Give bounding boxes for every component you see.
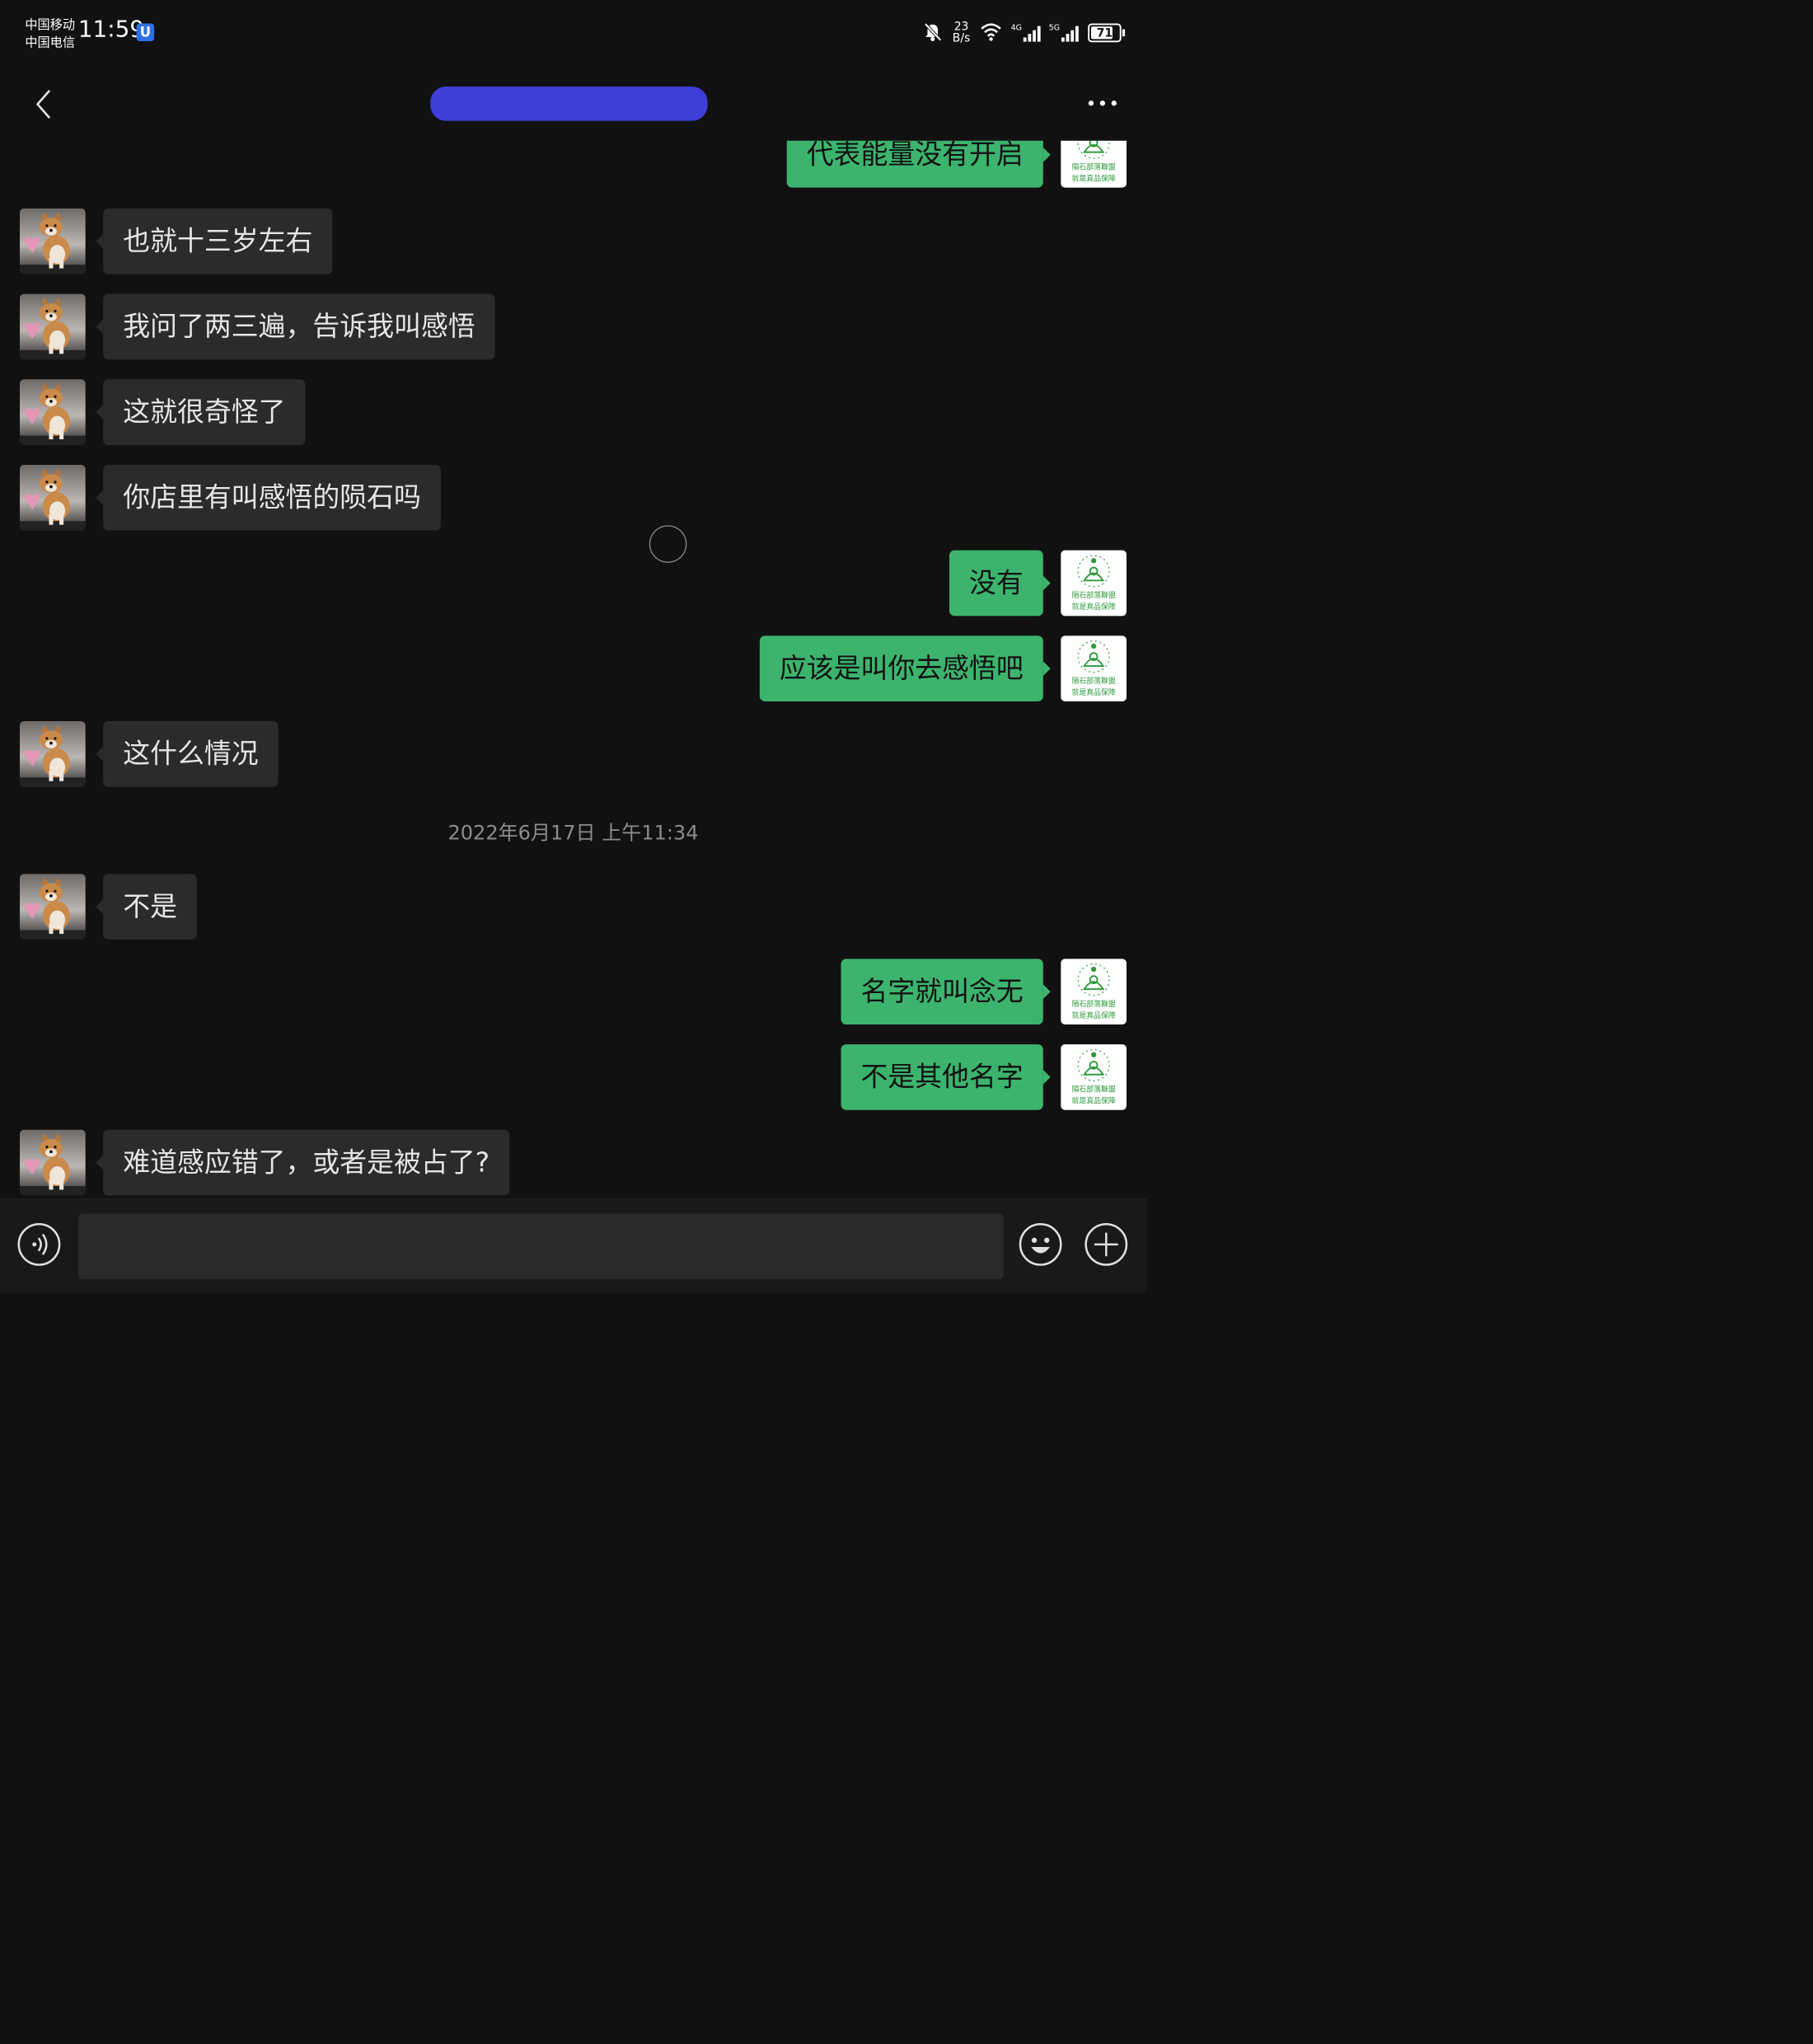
avatar[interactable] — [20, 379, 86, 445]
signal-2-tag: 5G — [1048, 22, 1061, 33]
message-bubble[interactable]: 我问了两三遍，告诉我叫感悟 — [96, 293, 495, 360]
message-input[interactable] — [77, 1213, 1004, 1280]
carrier-labels: 中国移动 中国电信 — [25, 16, 75, 51]
chat-title-redacted — [430, 86, 708, 121]
meteorite-alliance-logo: 隕石部落聯盟就是真品保障 — [1072, 640, 1116, 697]
logo-text-line-1: 隕石部落聯盟 — [1072, 162, 1116, 171]
avatar[interactable] — [20, 721, 86, 787]
signal-5g-icon: 5G — [1049, 23, 1079, 42]
message-timestamp: 2022年6月17日 上午11:34 — [447, 821, 699, 845]
input-bar — [0, 1198, 1146, 1293]
message-bubble[interactable]: 不是其他名字 — [841, 1044, 1051, 1110]
shiba-dog-avatar — [20, 211, 86, 274]
status-bar: 中国移动 中国电信 11:59 U 23 B/s 4G 5G 71 — [0, 0, 1146, 68]
avatar[interactable] — [20, 293, 86, 360]
meteorite-alliance-logo: 隕石部落聯盟就是真品保障 — [1072, 963, 1116, 1020]
meteorite-alliance-logo: 隕石部落聯盟就是真品保障 — [1072, 555, 1116, 612]
message-bubble[interactable]: 也就十三岁左右 — [96, 208, 333, 274]
avatar[interactable]: 隕石部落聯盟 就是真品保障 — [1061, 635, 1127, 702]
more-dots-icon — [1088, 101, 1094, 106]
wifi-icon — [980, 22, 1003, 43]
shiba-dog-avatar — [20, 724, 86, 787]
shiba-dog-avatar — [20, 877, 86, 940]
message-bubble[interactable]: 代表能量没有开启 — [786, 140, 1051, 188]
avatar[interactable] — [20, 464, 86, 531]
message-bubble[interactable]: 应该是叫你去感悟吧 — [759, 635, 1051, 702]
battery-icon: 71 — [1088, 23, 1126, 43]
status-icons: 23 B/s 4G 5G 71 — [922, 20, 1126, 46]
shiba-dog-avatar — [20, 297, 86, 360]
speed-unit: B/s — [952, 31, 971, 45]
avatar[interactable]: 隕石部落聯盟 就是真品保障 — [1061, 1044, 1127, 1110]
message-bubble[interactable]: 这就很奇怪了 — [96, 379, 306, 445]
message-bubble[interactable]: 你店里有叫感悟的陨石吗 — [96, 464, 441, 531]
more-button[interactable] — [1082, 87, 1124, 119]
voice-button[interactable] — [16, 1222, 61, 1267]
shiba-dog-avatar — [20, 1132, 86, 1196]
avatar[interactable]: 隕石部落聯盟 就是真品保障 — [1061, 550, 1127, 616]
carrier-2: 中国电信 — [25, 35, 76, 50]
chevron-left-icon — [36, 90, 50, 119]
chat-header — [0, 68, 1146, 141]
message-bubble[interactable]: 没有 — [949, 550, 1051, 616]
carrier-1: 中国移动 — [25, 16, 76, 32]
avatar[interactable] — [20, 874, 86, 940]
logo-text-line-1: 隕石部落聯盟 — [1072, 676, 1116, 686]
voice-icon — [17, 1222, 61, 1266]
logo-text-line-1: 隕石部落聯盟 — [1072, 1085, 1116, 1095]
back-button[interactable] — [26, 86, 63, 122]
meteorite-alliance-logo: 隕石部落聯盟就是真品保障 — [1072, 1048, 1116, 1106]
logo-text-line-2: 就是真品保障 — [1072, 173, 1116, 183]
message-bubble[interactable]: 名字就叫念无 — [841, 959, 1051, 1025]
signal-1-tag: 4G — [1010, 22, 1022, 33]
logo-text-line-2: 就是真品保障 — [1072, 1010, 1116, 1020]
shiba-dog-avatar — [20, 382, 86, 445]
loading-spinner — [649, 525, 687, 563]
status-time: 11:59 — [77, 15, 145, 43]
avatar[interactable]: 隕石部落聯盟 就是真品保障 — [1061, 140, 1127, 188]
message-bubble[interactable]: 这什么情况 — [96, 721, 279, 787]
shiba-dog-avatar — [20, 467, 86, 531]
bell-muted-icon — [922, 21, 943, 45]
avatar[interactable] — [20, 208, 86, 274]
logo-text-line-2: 就是真品保障 — [1072, 1096, 1116, 1106]
logo-text-line-1: 隕石部落聯盟 — [1072, 999, 1116, 1009]
network-speed: 23 B/s — [953, 21, 970, 45]
more-functions-button[interactable] — [1084, 1222, 1128, 1267]
app-notification-icon: U — [136, 23, 155, 41]
battery-level: 71 — [1096, 26, 1113, 40]
logo-text-line-1: 隕石部落聯盟 — [1072, 590, 1116, 600]
logo-text-line-2: 就是真品保障 — [1072, 602, 1116, 612]
avatar[interactable] — [20, 1129, 86, 1196]
message-bubble[interactable]: 难道感应错了，或者是被占了? — [96, 1129, 510, 1196]
emoji-button[interactable] — [1018, 1222, 1062, 1267]
logo-text-line-2: 就是真品保障 — [1072, 687, 1116, 697]
message-bubble[interactable]: 不是 — [96, 874, 198, 940]
plus-circle-icon — [1085, 1222, 1128, 1266]
emoji-icon — [1019, 1222, 1062, 1266]
avatar[interactable]: 隕石部落聯盟 就是真品保障 — [1061, 959, 1127, 1025]
signal-4g-icon: 4G — [1011, 23, 1041, 42]
message-list[interactable]: 隕石部落聯盟 就是真品保障 代表能量没有开启 也就十三岁左右 我问了两三遍，告诉我… — [0, 140, 1146, 1199]
meteorite-alliance-logo: 隕石部落聯盟就是真品保障 — [1072, 140, 1116, 183]
